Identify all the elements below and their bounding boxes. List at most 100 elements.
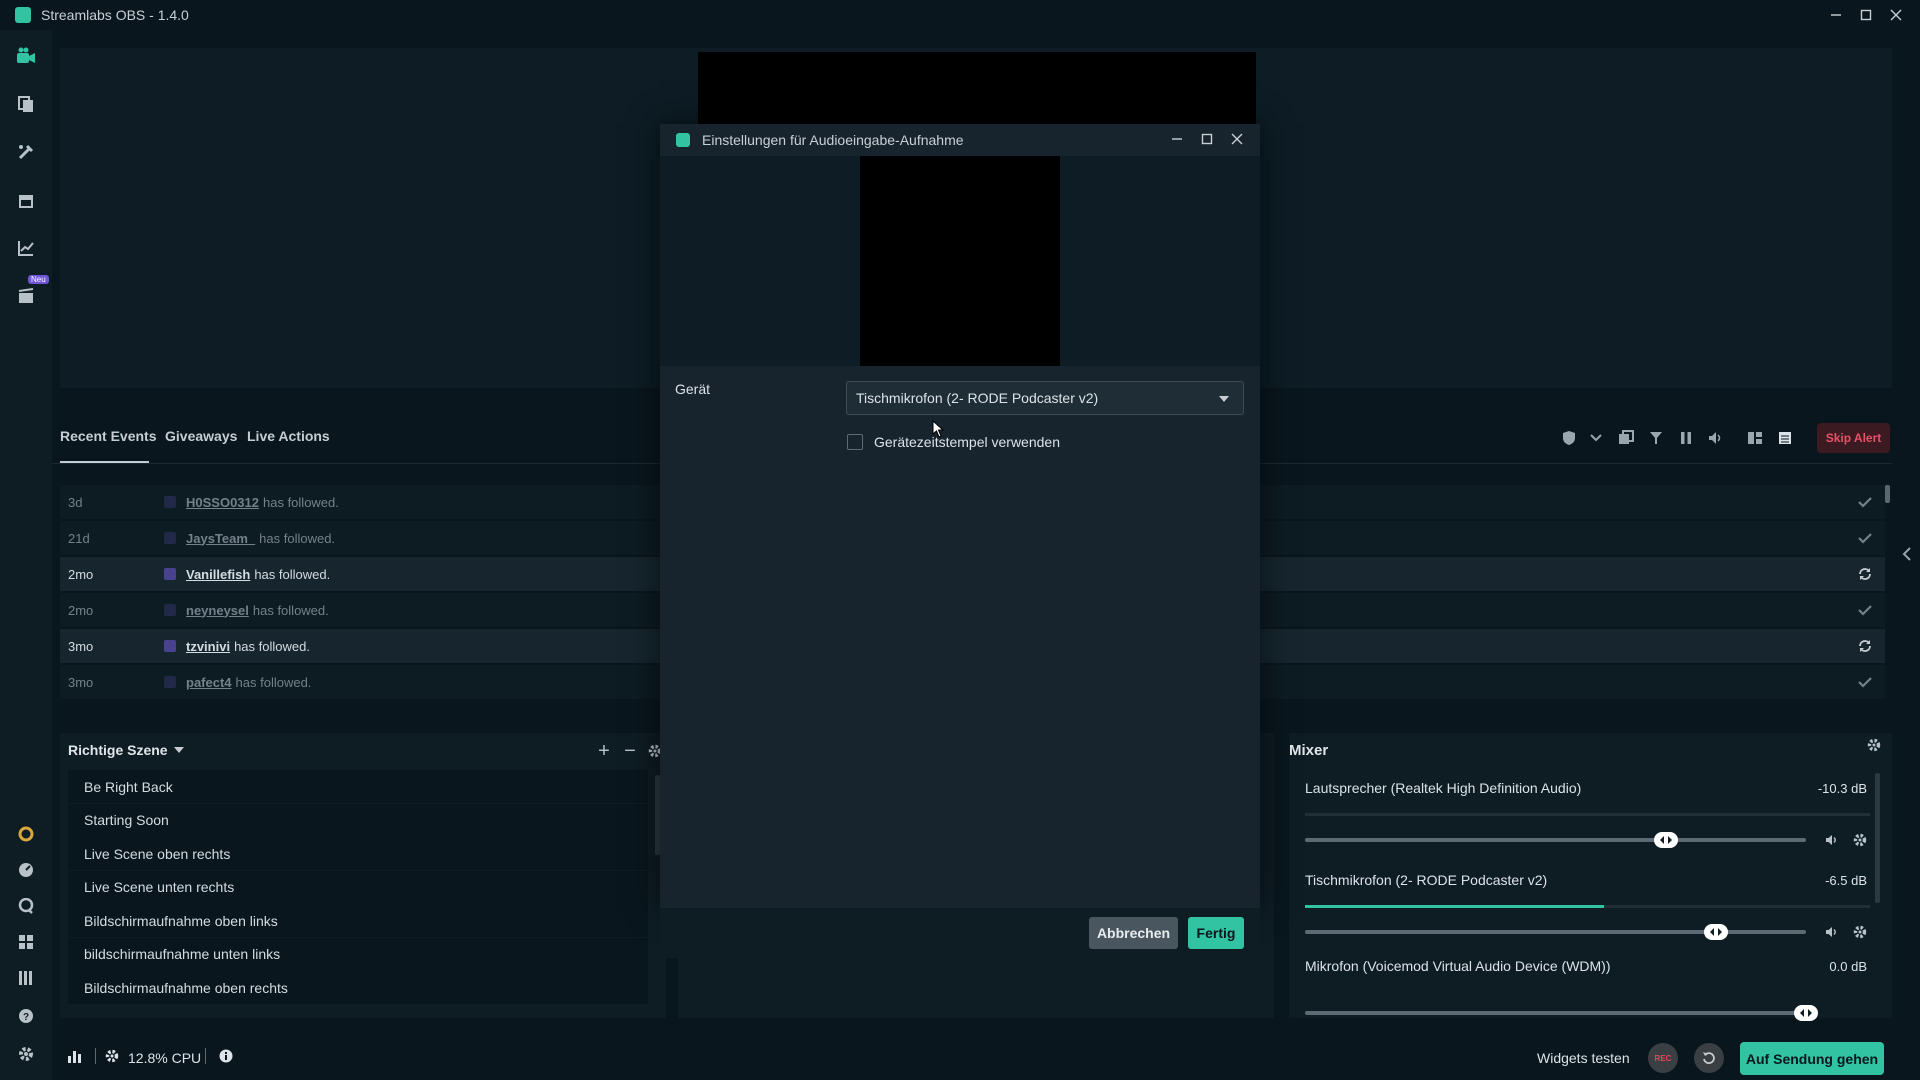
channel-settings-gear-icon[interactable] bbox=[1851, 923, 1869, 941]
svg-text:?: ? bbox=[23, 1012, 29, 1023]
event-username-link[interactable]: neyneysel bbox=[186, 603, 249, 618]
tab-live-actions[interactable]: Live Actions bbox=[247, 428, 330, 444]
event-time: 3mo bbox=[68, 674, 94, 690]
follow-icon bbox=[164, 568, 176, 580]
columns-icon[interactable] bbox=[14, 966, 38, 990]
scene-item[interactable]: bildschirmaufnahme unten links bbox=[68, 937, 648, 971]
tab-recent-events[interactable]: Recent Events bbox=[60, 428, 156, 444]
event-username-link[interactable]: tzvinivi bbox=[186, 639, 230, 654]
skip-alert-button[interactable]: Skip Alert bbox=[1817, 423, 1890, 453]
tab-giveaways[interactable]: Giveaways bbox=[165, 428, 237, 444]
cancel-button[interactable]: Abbrechen bbox=[1089, 917, 1178, 949]
device-timestamp-label: Gerätezeitstempel verwenden bbox=[874, 434, 1060, 450]
volume-slider[interactable] bbox=[1305, 930, 1806, 934]
volume-slider-knob[interactable] bbox=[1653, 832, 1678, 848]
scene-item[interactable]: Bildschirmaufnahme oben rechts bbox=[68, 971, 648, 1004]
volume-slider[interactable] bbox=[1305, 838, 1806, 842]
channel-settings-gear-icon[interactable] bbox=[1851, 831, 1869, 849]
scene-item[interactable]: Be Right Back bbox=[68, 770, 648, 803]
check-icon[interactable] bbox=[1845, 532, 1885, 544]
widgets-test-link[interactable]: Widgets testen bbox=[1537, 1050, 1630, 1066]
mute-volume-icon[interactable] bbox=[1823, 923, 1841, 941]
analytics-icon[interactable] bbox=[14, 236, 38, 260]
record-button[interactable]: REC bbox=[1648, 1043, 1678, 1073]
mixer-scrollbar[interactable] bbox=[1875, 773, 1880, 903]
footer-bar bbox=[52, 1038, 1920, 1080]
chevron-down-icon[interactable] bbox=[1586, 428, 1606, 448]
remove-scene-icon[interactable]: − bbox=[620, 740, 640, 762]
dashboard-icon[interactable] bbox=[14, 858, 38, 882]
performance-bars-icon[interactable] bbox=[67, 1049, 83, 1063]
go-live-button[interactable]: Auf Sendung gehen bbox=[1740, 1042, 1884, 1075]
dialog-close-icon[interactable] bbox=[1226, 128, 1248, 150]
check-icon[interactable] bbox=[1845, 604, 1885, 616]
done-button[interactable]: Fertig bbox=[1188, 917, 1244, 949]
editor-tools-icon[interactable] bbox=[14, 140, 38, 164]
help-icon[interactable]: ? bbox=[14, 1004, 38, 1028]
mute-volume-icon[interactable] bbox=[1823, 831, 1841, 849]
events-scrollbar[interactable] bbox=[1885, 485, 1890, 503]
prime-icon[interactable] bbox=[14, 822, 38, 846]
volume-icon[interactable] bbox=[1706, 428, 1726, 448]
volume-slider[interactable] bbox=[1305, 1011, 1806, 1015]
chevron-left-icon[interactable] bbox=[1902, 547, 1912, 561]
check-icon[interactable] bbox=[1845, 496, 1885, 508]
repeat-alert-icon[interactable] bbox=[1845, 639, 1885, 653]
app-logo-icon bbox=[15, 7, 31, 23]
scene-item[interactable]: Bildschirmaufnahme oben links bbox=[68, 904, 648, 937]
settings-gear-icon[interactable] bbox=[14, 1042, 38, 1066]
layout-compact-icon[interactable] bbox=[1745, 428, 1765, 448]
footer-separator bbox=[95, 1048, 96, 1064]
event-time: 2mo bbox=[68, 566, 94, 582]
event-time: 2mo bbox=[68, 602, 94, 618]
studio-mode-camera-icon[interactable] bbox=[14, 44, 38, 68]
themes-icon[interactable] bbox=[14, 92, 38, 116]
follow-icon bbox=[164, 496, 176, 508]
app-title: Streamlabs OBS - 1.4.0 bbox=[41, 7, 189, 23]
pause-icon[interactable] bbox=[1676, 428, 1696, 448]
device-select[interactable]: Tischmikrofon (2- RODE Podcaster v2) bbox=[846, 381, 1244, 415]
close-icon[interactable] bbox=[1884, 3, 1908, 27]
dialog-minimize-icon[interactable] bbox=[1166, 128, 1188, 150]
event-time: 3mo bbox=[68, 638, 94, 654]
mixer-channel-name: Mikrofon (Voicemod Virtual Audio Device … bbox=[1305, 958, 1611, 974]
event-username-link[interactable]: Vanillefish bbox=[186, 567, 250, 582]
info-icon[interactable] bbox=[219, 1049, 233, 1063]
footer-separator bbox=[205, 1048, 206, 1064]
maximize-icon[interactable] bbox=[1854, 3, 1878, 27]
volume-slider-knob[interactable] bbox=[1794, 1005, 1818, 1021]
scene-item[interactable]: Live Scene oben rechts bbox=[68, 837, 648, 870]
layout-list-icon[interactable] bbox=[1775, 428, 1795, 448]
scene-item[interactable]: Starting Soon bbox=[68, 803, 648, 837]
new-badge: Neu bbox=[28, 275, 49, 284]
add-scene-icon[interactable]: + bbox=[594, 740, 614, 762]
event-username-link[interactable]: H0SSO0312 bbox=[186, 495, 259, 510]
source-preview bbox=[860, 156, 1060, 366]
chat-icon[interactable] bbox=[14, 894, 38, 918]
mixer-title: Mixer bbox=[1289, 742, 1329, 759]
mixer-channel-name: Lautsprecher (Realtek High Definition Au… bbox=[1305, 780, 1582, 796]
mixer-settings-gear-icon[interactable] bbox=[1867, 738, 1881, 752]
mixer-channel-db: -10.3 dB bbox=[1817, 781, 1867, 796]
layout-icon[interactable] bbox=[14, 930, 38, 954]
volume-slider-knob[interactable] bbox=[1703, 924, 1728, 940]
scene-item[interactable]: Live Scene unten rechts bbox=[68, 870, 648, 904]
filter-icon[interactable] bbox=[1646, 428, 1666, 448]
follow-icon bbox=[164, 640, 176, 652]
event-username-link[interactable]: pafect4 bbox=[186, 675, 232, 690]
scene-collection-title[interactable]: Richtige Szene bbox=[68, 742, 168, 758]
popout-icon[interactable] bbox=[1616, 428, 1636, 448]
check-icon[interactable] bbox=[1845, 676, 1885, 688]
volume-meter-fill bbox=[1305, 905, 1604, 908]
shield-icon[interactable] bbox=[1559, 428, 1579, 448]
dialog-maximize-icon[interactable] bbox=[1196, 128, 1218, 150]
repeat-alert-icon[interactable] bbox=[1845, 567, 1885, 581]
minimize-icon[interactable] bbox=[1824, 3, 1848, 27]
event-username-link[interactable]: JaysTeam_ bbox=[186, 531, 255, 546]
replay-buffer-icon[interactable] bbox=[1694, 1043, 1724, 1073]
clips-icon[interactable] bbox=[14, 284, 38, 308]
caret-down-icon[interactable] bbox=[174, 747, 184, 753]
cpu-usage: 12.8% CPU bbox=[128, 1050, 202, 1066]
store-icon[interactable] bbox=[14, 188, 38, 212]
device-timestamp-checkbox[interactable] bbox=[847, 434, 863, 450]
